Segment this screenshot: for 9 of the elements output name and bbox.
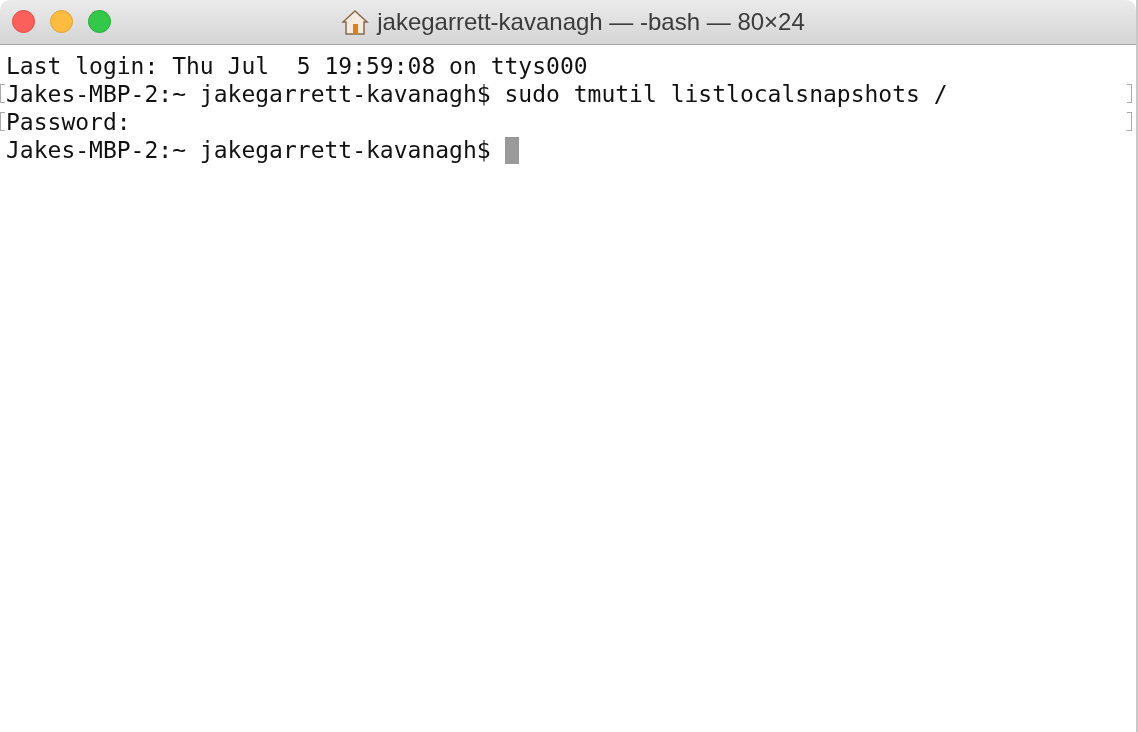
terminal-line: Password:: [6, 108, 131, 136]
terminal-line: Jakes-MBP-2:~ jakegarrett-kavanagh$: [6, 136, 492, 164]
window-title: jakegarrett-kavanagh — -bash — 80×24: [377, 8, 805, 36]
terminal-line: Last login: Thu Jul 5 19:59:08 on ttys000: [6, 52, 588, 80]
minimize-button[interactable]: [50, 10, 73, 33]
close-button[interactable]: [12, 10, 35, 33]
terminal-line: Jakes-MBP-2:~ jakegarrett-kavanagh$ sudo tmutil listlocalsnapshots /: [6, 80, 948, 108]
zoom-button[interactable]: [88, 10, 111, 33]
house-icon: [341, 9, 370, 35]
